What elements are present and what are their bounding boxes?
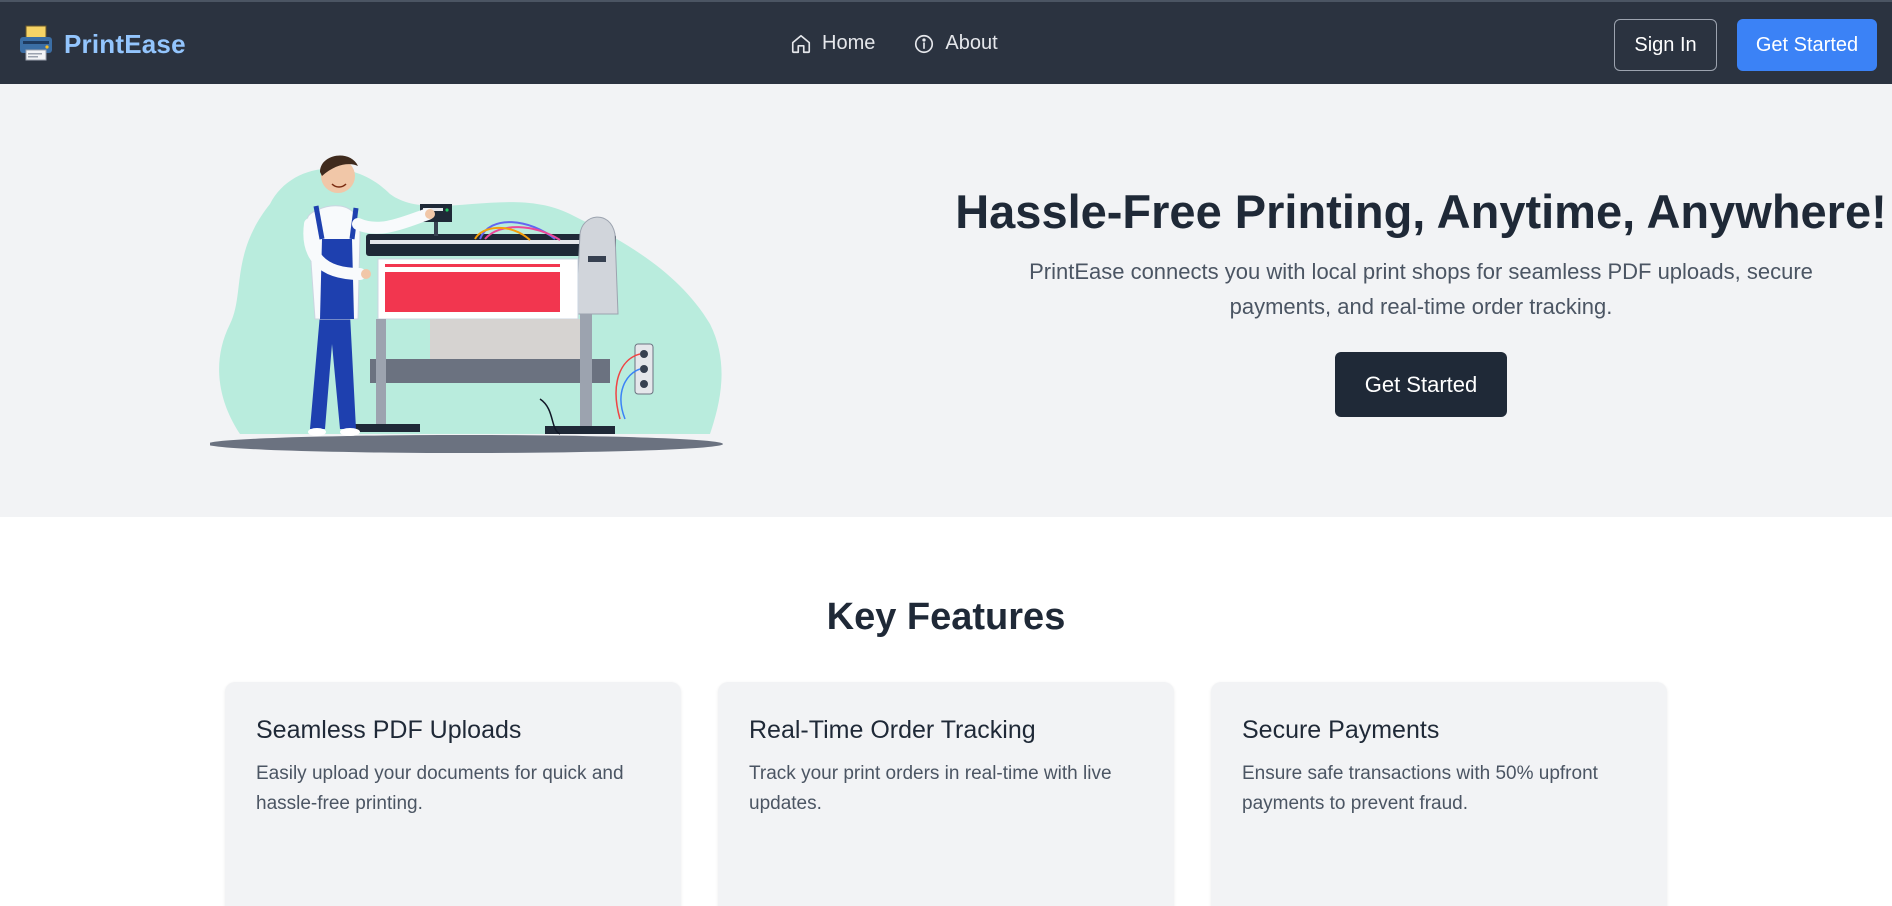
features-title: Key Features	[826, 596, 1066, 638]
feature-card-pdf-uploads: Seamless PDF Uploads Easily upload your …	[225, 682, 681, 906]
feature-title: Real-Time Order Tracking	[749, 716, 1036, 744]
printer-operator-illustration	[210, 155, 723, 453]
hero-title: Hassle-Free Printing, Anytime, Anywhere!	[955, 185, 1887, 238]
info-icon	[915, 34, 934, 53]
feature-title: Seamless PDF Uploads	[256, 716, 522, 744]
nav-get-started-button[interactable]: Get Started	[1737, 19, 1877, 71]
nav-about-label: About	[945, 32, 998, 54]
hero-get-started-button[interactable]: Get Started	[1335, 352, 1507, 417]
hero-section: Hassle-Free Printing, Anytime, Anywhere!…	[0, 84, 1892, 517]
hero-subtitle: PrintEase connects you with local print …	[1029, 259, 1813, 319]
nav-about-link[interactable]: About	[913, 32, 998, 55]
feature-description: Track your print orders in real-time wit…	[749, 763, 1112, 814]
nav-home-label: Home	[822, 32, 876, 54]
nav-home-link[interactable]: Home	[790, 32, 875, 55]
top-navbar: PrintEase Home About Sign In Get Started	[0, 0, 1892, 84]
printer-logo-icon	[20, 25, 52, 61]
feature-description: Easily upload your documents for quick a…	[256, 763, 624, 814]
main-nav: Home About	[790, 32, 998, 55]
feature-card-order-tracking: Real-Time Order Tracking Track your prin…	[718, 682, 1174, 906]
feature-title: Secure Payments	[1242, 716, 1440, 744]
brand-name: PrintEase	[64, 28, 186, 59]
sign-in-button[interactable]: Sign In	[1614, 19, 1717, 71]
feature-description: Ensure safe transactions with 50% upfron…	[1242, 763, 1598, 814]
brand[interactable]: PrintEase	[18, 24, 186, 64]
feature-card-secure-payments: Secure Payments Ensure safe transactions…	[1211, 682, 1667, 906]
home-icon	[791, 34, 811, 53]
